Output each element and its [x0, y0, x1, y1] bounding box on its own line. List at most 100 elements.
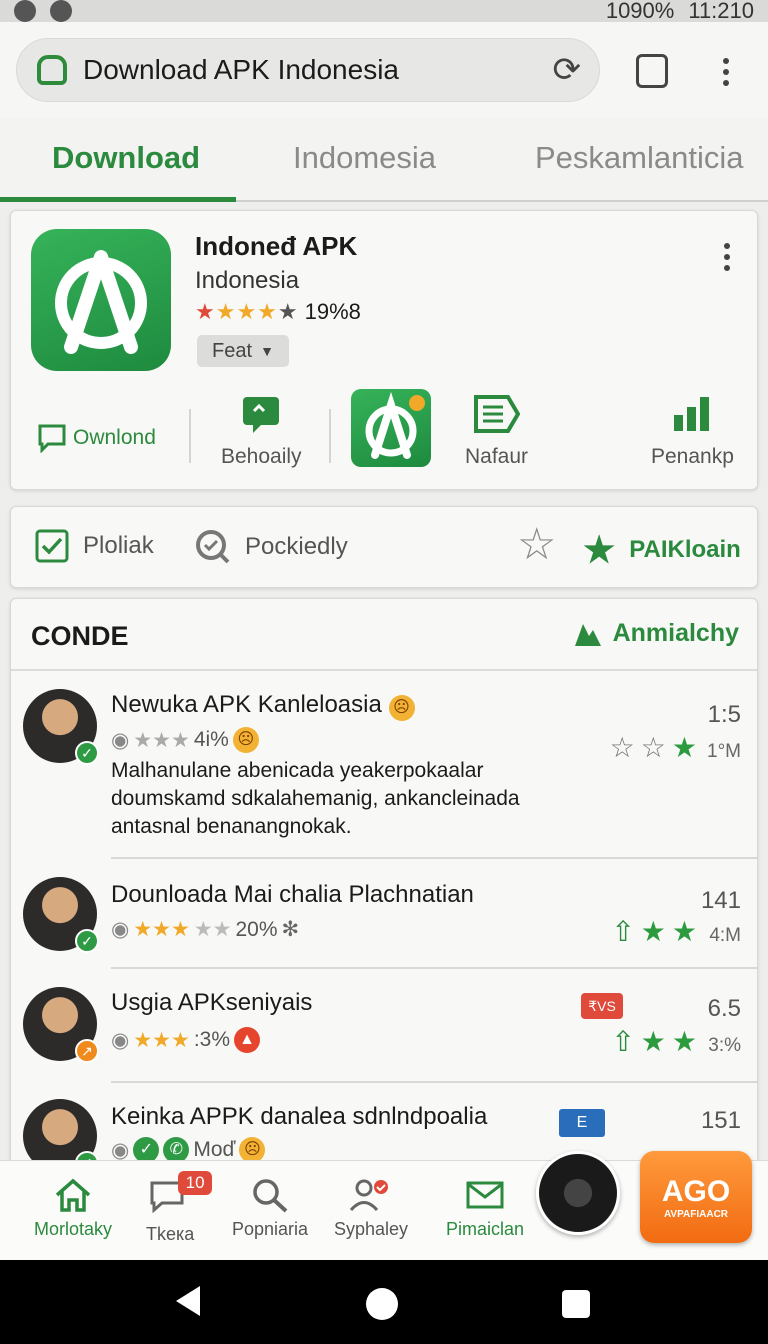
- rating-stars-icon: ★★★: [133, 1028, 190, 1052]
- system-nav-bar: [0, 1260, 768, 1344]
- section-title: CONDE: [31, 621, 129, 651]
- nav-morlotaky[interactable]: Morlotaky: [34, 1177, 112, 1240]
- address-bar[interactable]: Download APK Indonesia ⟳: [16, 38, 600, 102]
- row-number: 151: [700, 1107, 741, 1134]
- row-number: 141: [700, 887, 741, 914]
- analytics-button[interactable]: Anmialchy: [573, 619, 739, 648]
- rating-stars-icon: ★★★: [133, 728, 190, 752]
- time-text: 11:210: [688, 0, 754, 23]
- message-icon: [243, 397, 280, 433]
- check-circle-icon: ◉: [111, 728, 130, 752]
- nav-pimaiclan[interactable]: Pimaiclan: [446, 1177, 524, 1240]
- list-item[interactable]: ✓ Dounloada Mai chalia Plachnatian ◉ ★★★ ★…: [11, 863, 757, 969]
- mail-icon: [466, 1181, 504, 1209]
- app-logo-icon[interactable]: [31, 229, 171, 371]
- sad-face-icon: ☹: [232, 727, 259, 753]
- app-logo-small-icon[interactable]: [351, 389, 431, 467]
- tab-indomesia[interactable]: Indomesia: [293, 140, 436, 176]
- back-icon[interactable]: [172, 1284, 202, 1318]
- upload-arrow-icon: ⇧: [611, 916, 635, 947]
- tab-bar: Download Indomesia Peskamlanticia: [0, 118, 768, 202]
- people-icon: [349, 1179, 389, 1212]
- divider: [189, 409, 191, 463]
- ownlond-button[interactable]: Ownlond: [37, 423, 156, 453]
- nafaur-label: Nafaur: [465, 445, 529, 468]
- recents-icon[interactable]: [562, 1290, 590, 1318]
- upload-arrow-icon: ⇧: [611, 1026, 635, 1057]
- chevron-down-icon: ▼: [260, 343, 274, 359]
- divider: [111, 1081, 757, 1083]
- list-item[interactable]: ✓ Newuka APK Kanleloasia ☹ ◉ ★★★ 4i% ☹ Ma…: [11, 679, 757, 859]
- tab-switcher-button[interactable]: [636, 54, 668, 88]
- app-menu-icon[interactable]: [723, 243, 731, 271]
- nav-label: Popniaria: [232, 1219, 309, 1239]
- app-card: Indoneđ APK Indonesia ★★★★★ 19%8 Feat ▼ …: [10, 210, 758, 490]
- lock-icon: [35, 55, 67, 85]
- row-rating-icons[interactable]: ⇧ ★ ★: [611, 1025, 697, 1058]
- trend-icon: [574, 623, 601, 646]
- promo-subtitle: AVPAFIAACR: [663, 1208, 729, 1220]
- list-header: CONDE Anmialchy: [11, 599, 757, 671]
- fire-icon: ▲: [234, 1027, 260, 1053]
- divider: [329, 409, 331, 463]
- nav-tkeka[interactable]: 10 Tkeка: [146, 1171, 213, 1245]
- browser-menu-icon[interactable]: [722, 58, 730, 86]
- document-icon: [473, 395, 520, 433]
- star-filled-icon: ★: [583, 529, 616, 570]
- paikloain-filter[interactable]: ★ PAIKloain: [583, 529, 741, 571]
- penankp-button[interactable]: Penankp: [651, 395, 734, 469]
- ago-promo-button[interactable]: AGO AVPAFIAACR: [640, 1151, 752, 1243]
- divider: [111, 967, 757, 969]
- row-count: 3:%: [708, 1035, 741, 1056]
- row-rating-icons[interactable]: ☆ ☆ ★: [610, 731, 697, 764]
- verified-badge-icon: ✓: [75, 929, 99, 953]
- nav-label: Morlotaky: [34, 1219, 113, 1239]
- divider: [111, 857, 757, 859]
- row-meta: ◉ ★★★ ★★ 20% ✻: [111, 917, 300, 942]
- feat-dropdown[interactable]: Feat ▼: [197, 335, 289, 367]
- nav-label: Tkeка: [146, 1224, 195, 1244]
- signal-icon: [14, 0, 36, 22]
- rating-text: 19%8: [304, 299, 361, 324]
- sad-face-icon: ☹: [388, 695, 415, 721]
- nafaur-button[interactable]: Nafaur: [465, 395, 528, 469]
- row-count: 4:M: [709, 925, 741, 946]
- row-description: Malhanulane abenicada yeakerpokaalar dou…: [111, 759, 520, 838]
- ploliak-label: Ploliak: [83, 532, 154, 559]
- nav-syphaley[interactable]: Syphaley: [334, 1177, 408, 1240]
- chat-icon: [38, 424, 66, 453]
- list-item[interactable]: ↗ Usgia APKseniyais ◉ ★★★ :3% ▲ ₹VS 6.5 ⇧…: [11, 973, 757, 1083]
- app-publisher: Indonesia: [195, 267, 300, 294]
- search-icon: [253, 1179, 288, 1213]
- bottom-nav: Morlotaky 10 Tkeка Popniaria Syphaley Pi…: [0, 1151, 768, 1260]
- row-count: 1°M: [707, 741, 741, 762]
- row-title: Keinka APPK danalea sdnlndpoalia: [111, 1103, 488, 1130]
- row-meta: ◉ ★★★ 4i% ☹: [111, 727, 259, 753]
- row-number: 1:5: [707, 701, 741, 728]
- nav-popniaria[interactable]: Popniaria: [232, 1177, 308, 1240]
- tab-peskamlanticia[interactable]: Peskamlanticia: [535, 140, 743, 176]
- battery-text: 1090%: [605, 0, 675, 23]
- status-bar: 1090% 11:210: [0, 0, 768, 23]
- rating-stars-icon: ★★★: [133, 918, 190, 941]
- app-rating: ★★★★★ 19%8: [195, 299, 361, 325]
- nav-label: Syphaley: [334, 1219, 409, 1239]
- pockiedly-label: Pockiedly: [245, 533, 348, 560]
- list-card: CONDE Anmialchy ✓ Newuka APK Kanleloasia…: [10, 598, 758, 1218]
- row-rating-icons[interactable]: ⇧ ★ ★: [611, 915, 697, 948]
- row-meta: ◉ ★★★ :3% ▲: [111, 1027, 260, 1053]
- camera-fab-icon[interactable]: [536, 1151, 620, 1235]
- nav-label: Pimaiclan: [446, 1219, 525, 1239]
- behoaily-button[interactable]: Behoaily: [221, 395, 302, 469]
- alert-icon: [50, 0, 72, 22]
- bug-icon: ✻: [281, 918, 300, 941]
- avatar: ✓: [23, 689, 99, 765]
- avatar: ↗: [23, 987, 99, 1063]
- tab-download[interactable]: Download: [52, 140, 200, 176]
- reload-icon[interactable]: ⟳: [553, 50, 582, 90]
- pockiedly-filter[interactable]: Pockiedly: [195, 529, 348, 565]
- verified-badge-icon: ✓: [75, 741, 99, 765]
- ploliak-filter[interactable]: Ploliak: [35, 529, 154, 563]
- home-circle-icon[interactable]: [366, 1288, 398, 1320]
- star-outline-icon[interactable]: ☆: [517, 519, 556, 570]
